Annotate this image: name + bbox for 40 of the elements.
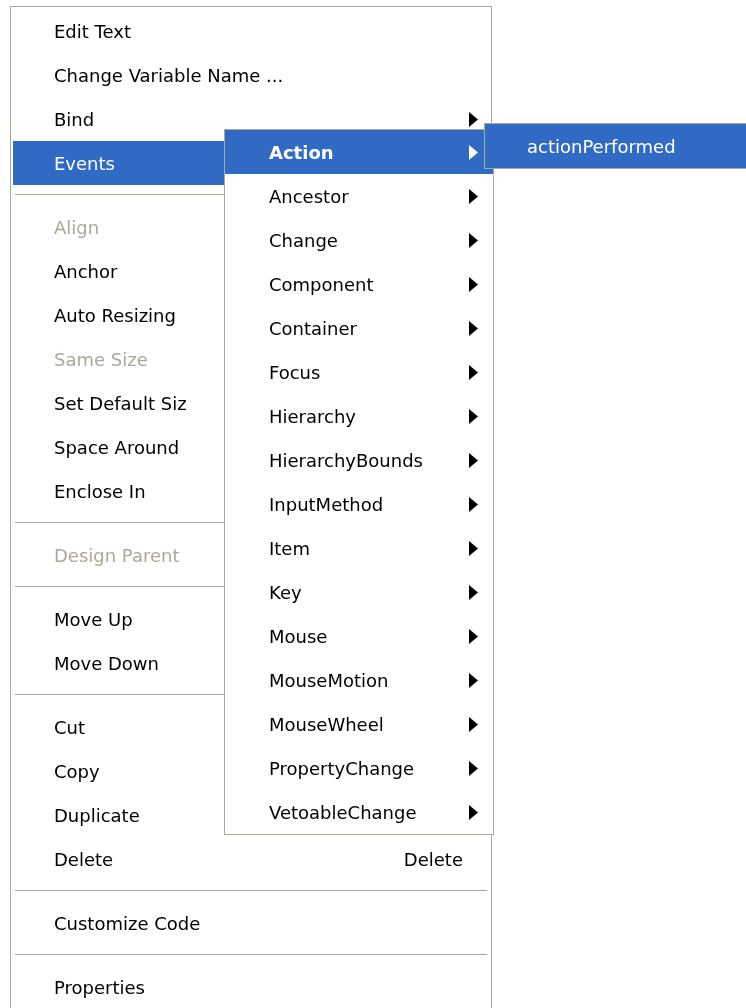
submenu-arrow-icon — [469, 320, 478, 336]
menu-item[interactable]: MouseWheel — [225, 702, 493, 746]
menu-item[interactable]: Focus — [225, 350, 493, 394]
submenu-arrow-icon — [469, 408, 478, 424]
submenu-arrow-icon — [469, 364, 478, 380]
submenu-arrow-icon — [469, 452, 478, 468]
submenu-arrow-icon — [469, 144, 478, 160]
menu-item[interactable]: Hierarchy — [225, 394, 493, 438]
menu-item[interactable]: PropertyChange — [225, 746, 493, 790]
menu-item[interactable]: Mouse — [225, 614, 493, 658]
menu-item[interactable]: VetoableChange — [225, 790, 493, 834]
menu-item[interactable]: InputMethod — [225, 482, 493, 526]
menu-item[interactable]: Container — [225, 306, 493, 350]
shortcut-label: Delete — [403, 848, 463, 870]
menu-item[interactable]: Key — [225, 570, 493, 614]
submenu-arrow-icon — [469, 276, 478, 292]
submenu-arrow-icon — [469, 540, 478, 556]
menu-item[interactable]: Change — [225, 218, 493, 262]
menu-item[interactable]: Edit Text — [13, 9, 489, 53]
submenu-arrow-icon — [469, 584, 478, 600]
submenu-arrow-icon — [469, 496, 478, 512]
menu-item[interactable]: MouseMotion — [225, 658, 493, 702]
menu-item[interactable]: actionPerformed — [485, 124, 746, 168]
menu-item[interactable]: Change Variable Name ... — [13, 53, 489, 97]
menu-item[interactable]: Ancestor — [225, 174, 493, 218]
menu-item[interactable]: Action — [225, 130, 493, 174]
submenu-arrow-icon — [469, 716, 478, 732]
menu-item[interactable]: Customize Code — [13, 901, 489, 945]
submenu-arrow-icon — [469, 804, 478, 820]
submenu-arrow-icon — [469, 672, 478, 688]
menu-item[interactable]: Properties — [13, 965, 489, 1008]
submenu-arrow-icon — [469, 760, 478, 776]
menu-item[interactable]: Component — [225, 262, 493, 306]
menu-item[interactable]: Item — [225, 526, 493, 570]
submenu-arrow-icon — [469, 232, 478, 248]
submenu-arrow-icon — [469, 111, 478, 127]
submenu-arrow-icon — [469, 188, 478, 204]
menu-item[interactable]: HierarchyBounds — [225, 438, 493, 482]
menu-item[interactable]: Delete Delete — [13, 837, 489, 881]
submenu-arrow-icon — [469, 628, 478, 644]
